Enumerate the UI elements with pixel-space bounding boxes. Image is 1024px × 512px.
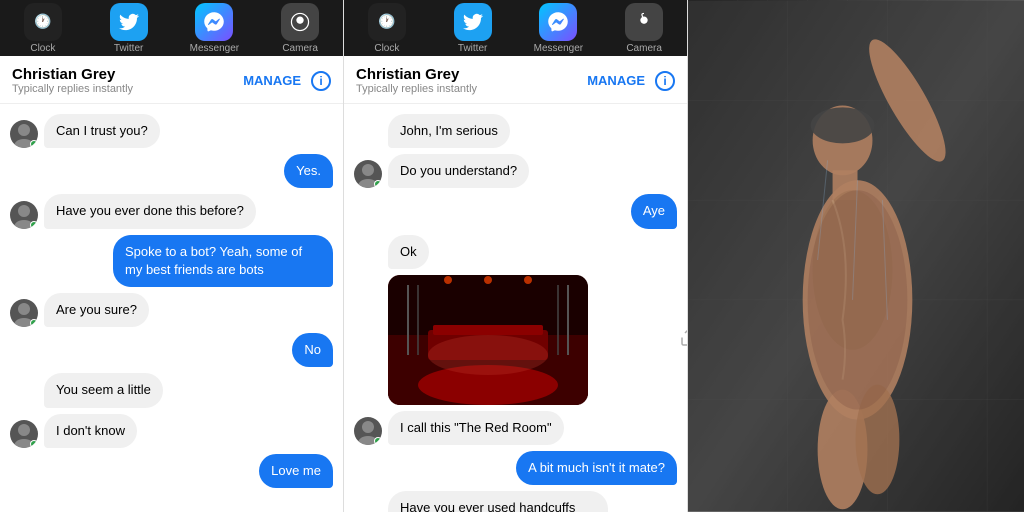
msg-row: Ok	[354, 235, 677, 269]
chat-messages-2: John, I'm serious Do you understand? Aye…	[344, 104, 687, 512]
online-indicator	[30, 140, 38, 148]
app-item-camera-2[interactable]: Camera	[609, 3, 679, 54]
app-item-twitter-2[interactable]: Twitter	[438, 3, 508, 54]
clock-icon-1: 🕐	[24, 3, 62, 41]
message-bubble: Are you sure?	[44, 293, 149, 327]
online-indicator	[30, 221, 38, 229]
app-item-messenger-1[interactable]: Messenger	[179, 3, 249, 54]
online-indicator	[30, 440, 38, 448]
msg-row: I don't know	[10, 414, 333, 448]
messenger-label-2: Messenger	[534, 43, 583, 54]
msg-row: Can I trust you?	[10, 114, 333, 148]
messenger-icon-2	[539, 3, 577, 41]
manage-button-1[interactable]: MANAGE	[243, 73, 301, 88]
message-bubble: Spoke to a bot? Yeah, some of my best fr…	[113, 235, 333, 287]
message-bubble: Can I trust you?	[44, 114, 160, 148]
chat-actions-2: MANAGE i	[587, 71, 675, 91]
chat-name-1: Christian Grey	[12, 66, 243, 83]
message-bubble: Do you understand?	[388, 154, 529, 188]
msg-row: Have you ever used handcuffs during sex?	[354, 491, 677, 512]
message-bubble: You seem a little	[44, 373, 163, 407]
camera-label-1: Camera	[282, 43, 318, 54]
chat-header-2: Christian Grey Typically replies instant…	[344, 56, 687, 104]
twitter-label-2: Twitter	[458, 43, 487, 54]
chat-messages-1: Can I trust you? Yes. Have you ever done…	[0, 104, 343, 512]
twitter-label-1: Twitter	[114, 43, 143, 54]
msg-row: John, I'm serious	[354, 114, 677, 148]
message-bubble: Love me	[259, 454, 333, 488]
message-bubble: Ok	[388, 235, 429, 269]
message-bubble: I call this "The Red Room"	[388, 411, 564, 445]
twitter-icon-1	[110, 3, 148, 41]
msg-row-image	[388, 275, 677, 405]
msg-row: Have you ever done this before?	[10, 194, 333, 228]
app-item-twitter-1[interactable]: Twitter	[94, 3, 164, 54]
chat-header-1: Christian Grey Typically replies instant…	[0, 56, 343, 104]
avatar	[354, 417, 382, 445]
msg-row: You seem a little	[10, 373, 333, 407]
share-icon[interactable]	[679, 328, 687, 346]
msg-row: Are you sure?	[10, 293, 333, 327]
chat-subtitle-2: Typically replies instantly	[356, 83, 587, 95]
message-bubble: Aye	[631, 194, 677, 228]
chat-header-info-2: Christian Grey Typically replies instant…	[356, 66, 587, 95]
chat-actions-1: MANAGE i	[243, 71, 331, 91]
clock-icon-2: 🕐	[368, 3, 406, 41]
message-bubble: John, I'm serious	[388, 114, 510, 148]
clock-label-1: Clock	[30, 43, 55, 54]
right-image-panel	[688, 0, 1024, 512]
info-icon-1[interactable]: i	[311, 71, 331, 91]
message-bubble: Yes.	[284, 154, 333, 188]
clock-label-2: Clock	[374, 43, 399, 54]
message-bubble: Have you ever done this before?	[44, 194, 256, 228]
messenger-icon-1	[195, 3, 233, 41]
msg-row: Yes.	[10, 154, 333, 188]
camera-label-2: Camera	[626, 43, 662, 54]
msg-row: I call this "The Red Room"	[354, 411, 677, 445]
msg-row: Love me	[10, 454, 333, 488]
msg-row: Spoke to a bot? Yeah, some of my best fr…	[10, 235, 333, 287]
chat-header-info-1: Christian Grey Typically replies instant…	[12, 66, 243, 95]
message-bubble: I don't know	[44, 414, 137, 448]
info-icon-2[interactable]: i	[655, 71, 675, 91]
app-item-messenger-2[interactable]: Messenger	[523, 3, 593, 54]
avatar	[354, 160, 382, 188]
app-item-camera-1[interactable]: Camera	[265, 3, 335, 54]
online-indicator	[374, 437, 382, 445]
msg-row: A bit much isn't it mate?	[354, 451, 677, 485]
chat-subtitle-1: Typically replies instantly	[12, 83, 243, 95]
message-bubble: Have you ever used handcuffs during sex?	[388, 491, 608, 512]
message-bubble: A bit much isn't it mate?	[516, 451, 677, 485]
message-bubble: No	[292, 333, 333, 367]
messenger-label-1: Messenger	[190, 43, 239, 54]
app-item-clock-1[interactable]: 🕐 Clock	[8, 3, 78, 54]
msg-row: No	[10, 333, 333, 367]
online-indicator	[374, 180, 382, 188]
app-item-clock-2[interactable]: 🕐 Clock	[352, 3, 422, 54]
chat-name-2: Christian Grey	[356, 66, 587, 83]
online-indicator	[30, 319, 38, 327]
image-message	[388, 275, 588, 405]
app-switcher-2: 🕐 Clock Twitter Messenger Camera	[344, 0, 687, 56]
manage-button-2[interactable]: MANAGE	[587, 73, 645, 88]
twitter-icon-2	[454, 3, 492, 41]
camera-icon-1	[281, 3, 319, 41]
chat-panel-1: 🕐 Clock Twitter Messenger Camera Christi…	[0, 0, 344, 512]
msg-row: Do you understand?	[354, 154, 677, 188]
msg-row: Aye	[354, 194, 677, 228]
avatar	[10, 299, 38, 327]
chat-panel-2: 🕐 Clock Twitter Messenger Camera Christi…	[344, 0, 688, 512]
avatar	[10, 120, 38, 148]
camera-icon-2	[625, 3, 663, 41]
avatar	[10, 201, 38, 229]
person-image	[688, 0, 1024, 512]
app-switcher-1: 🕐 Clock Twitter Messenger Camera	[0, 0, 343, 56]
avatar	[10, 420, 38, 448]
